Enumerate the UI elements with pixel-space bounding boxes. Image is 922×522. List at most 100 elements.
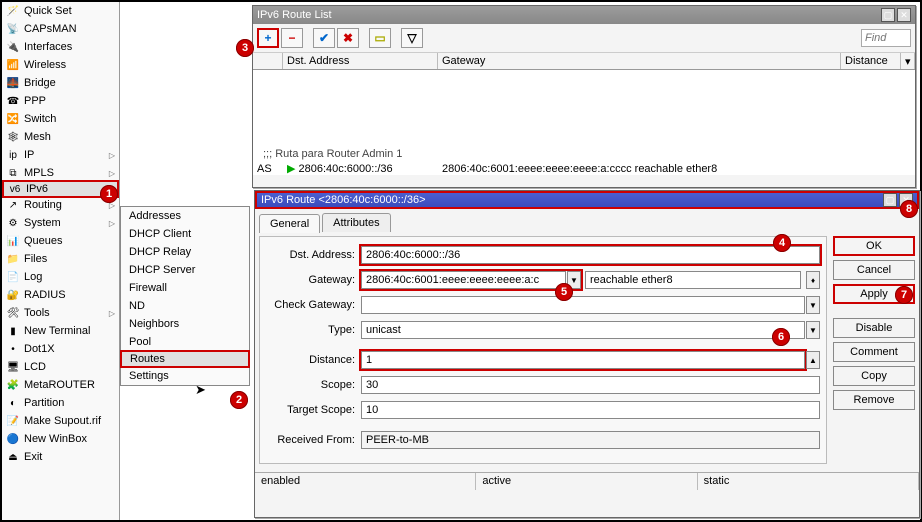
remove-button[interactable]: Remove: [833, 390, 915, 410]
tab-general[interactable]: General: [259, 214, 320, 233]
gateway-input[interactable]: 2806:40c:6001:eeee:eeee:eeee:a:c: [361, 271, 566, 289]
submenu-item-neighbors[interactable]: Neighbors: [121, 315, 249, 333]
dst-label: Dst. Address:: [266, 249, 361, 261]
sidebar-item-wireless[interactable]: 📶Wireless: [2, 56, 119, 74]
sidebar-label: PPP: [24, 95, 46, 107]
sidebar-icon: 🕸: [6, 130, 20, 144]
sidebar-item-exit[interactable]: ⏏Exit: [2, 448, 119, 466]
sidebar-item-system[interactable]: ⚙System▷: [2, 214, 119, 232]
sidebar-label: Dot1X: [24, 343, 55, 355]
annotation-6: 6: [772, 328, 790, 346]
scope-input[interactable]: 30: [361, 376, 820, 394]
disable-button[interactable]: ✖: [337, 28, 359, 48]
comment-button[interactable]: ▭: [369, 28, 391, 48]
sidebar-item-log[interactable]: 📄Log: [2, 268, 119, 286]
check-gw-dropdown[interactable]: ▼: [806, 296, 820, 314]
sidebar-item-partition[interactable]: ◐Partition: [2, 394, 119, 412]
type-input[interactable]: unicast: [361, 321, 805, 339]
sidebar-item-dot1x[interactable]: • Dot1X: [2, 340, 119, 358]
submenu-item-dhcp-client[interactable]: DHCP Client: [121, 225, 249, 243]
annotation-8: 8: [900, 200, 918, 218]
col-flag[interactable]: [253, 53, 283, 69]
sidebar-item-ip[interactable]: ipIP▷: [2, 146, 119, 164]
route-row[interactable]: AS ▶ 2806:40c:6000::/36 2806:40c:6001:ee…: [253, 161, 915, 175]
ipv6-submenu: AddressesDHCP ClientDHCP RelayDHCP Serve…: [120, 206, 250, 386]
sidebar-icon: v6: [8, 182, 22, 196]
submenu-item-routes[interactable]: Routes: [120, 350, 250, 368]
submenu-item-dhcp-relay[interactable]: DHCP Relay: [121, 243, 249, 261]
ok-button[interactable]: OK: [833, 236, 915, 256]
sidebar-item-new-winbox[interactable]: 🔵New WinBox: [2, 430, 119, 448]
sidebar-item-interfaces[interactable]: 🔌 Interfaces: [2, 38, 119, 56]
sidebar-item-bridge[interactable]: 🌉Bridge: [2, 74, 119, 92]
tab-attributes[interactable]: Attributes: [322, 213, 390, 232]
submenu-item-addresses[interactable]: Addresses: [121, 207, 249, 225]
sidebar-item-make-supout.rif[interactable]: 📝Make Supout.rif: [2, 412, 119, 430]
sidebar-label: System: [24, 217, 61, 229]
minimize-button[interactable]: ▢: [881, 8, 895, 22]
gateway-add[interactable]: ♦: [806, 271, 820, 289]
window-titlebar[interactable]: IPv6 Route List ▢ ✕: [253, 6, 915, 24]
minimize-button[interactable]: ▢: [883, 193, 897, 207]
sidebar-item-quick-set[interactable]: 🪄Quick Set: [2, 2, 119, 20]
dst-address-input[interactable]: 2806:40c:6000::/36: [361, 246, 820, 264]
sidebar-label: Queues: [24, 235, 63, 247]
distance-up[interactable]: ▲: [806, 351, 820, 369]
sidebar-item-new-terminal[interactable]: ▮New Terminal: [2, 322, 119, 340]
distance-label: Distance:: [266, 354, 361, 366]
add-button[interactable]: +: [257, 28, 279, 48]
col-dst[interactable]: Dst. Address: [283, 53, 438, 69]
cancel-button[interactable]: Cancel: [833, 260, 915, 280]
copy-button[interactable]: Copy: [833, 366, 915, 386]
comment-button[interactable]: Comment: [833, 342, 915, 362]
annotation-4: 4: [773, 234, 791, 252]
submenu-item-settings[interactable]: Settings: [121, 367, 249, 385]
sidebar-item-queues[interactable]: 📊Queues: [2, 232, 119, 250]
sidebar-icon: 🛠: [6, 306, 20, 320]
disable-button[interactable]: Disable: [833, 318, 915, 338]
col-gateway[interactable]: Gateway: [438, 53, 841, 69]
find-input[interactable]: [861, 29, 911, 47]
sidebar-item-tools[interactable]: 🛠Tools▷: [2, 304, 119, 322]
sidebar-icon: ⏏: [6, 450, 20, 464]
grid-body[interactable]: ;;; Ruta para Router Admin 1 AS ▶ 2806:4…: [253, 70, 915, 175]
received-from: PEER-to-MB: [361, 431, 820, 449]
sidebar-item-mesh[interactable]: 🕸Mesh: [2, 128, 119, 146]
route-comment-row[interactable]: ;;; Ruta para Router Admin 1: [253, 146, 915, 161]
sidebar-icon: •: [6, 342, 20, 356]
sidebar-item-metarouter[interactable]: 🧩MetaROUTER: [2, 376, 119, 394]
enable-button[interactable]: ✔: [313, 28, 335, 48]
sidebar-item-radius[interactable]: 🔐RADIUS: [2, 286, 119, 304]
annotation-2: 2: [230, 391, 248, 409]
col-menu[interactable]: ▾: [901, 53, 915, 69]
route-icon: ▶: [287, 162, 295, 175]
submenu-item-dhcp-server[interactable]: DHCP Server: [121, 261, 249, 279]
sidebar-item-files[interactable]: 📁Files: [2, 250, 119, 268]
sidebar-item-capsman[interactable]: 📡CAPsMAN: [2, 20, 119, 38]
type-dropdown[interactable]: ▼: [806, 321, 820, 339]
remove-button[interactable]: −: [281, 28, 303, 48]
filter-button[interactable]: ▽: [401, 28, 423, 48]
type-label: Type:: [266, 324, 361, 336]
sidebar-label: Files: [24, 253, 47, 265]
sidebar-label: Interfaces: [24, 41, 72, 53]
sidebar-item-switch[interactable]: 🔀Switch: [2, 110, 119, 128]
sidebar-icon: 🧩: [6, 378, 20, 392]
sidebar-item-lcd[interactable]: 🖥LCD: [2, 358, 119, 376]
form-panel: Dst. Address: 2806:40c:6000::/36 Gateway…: [259, 236, 827, 464]
sidebar-label: New Terminal: [24, 325, 90, 337]
sidebar-item-ppp[interactable]: ☎PPP: [2, 92, 119, 110]
submenu-item-pool[interactable]: Pool: [121, 333, 249, 351]
close-button[interactable]: ✕: [897, 8, 911, 22]
target-scope-input[interactable]: 10: [361, 401, 820, 419]
col-distance[interactable]: Distance: [841, 53, 901, 69]
sidebar-label: Partition: [24, 397, 64, 409]
gateway-label: Gateway:: [266, 274, 361, 286]
window-titlebar[interactable]: IPv6 Route <2806:40c:6000::/36> ▢ ✕: [255, 191, 919, 209]
distance-input[interactable]: 1: [361, 351, 805, 369]
check-gateway-input[interactable]: [361, 296, 805, 314]
submenu-item-firewall[interactable]: Firewall: [121, 279, 249, 297]
submenu-item-nd[interactable]: ND: [121, 297, 249, 315]
sidebar-icon: ⚙: [6, 216, 20, 230]
sidebar-icon: 🔌: [6, 40, 20, 54]
